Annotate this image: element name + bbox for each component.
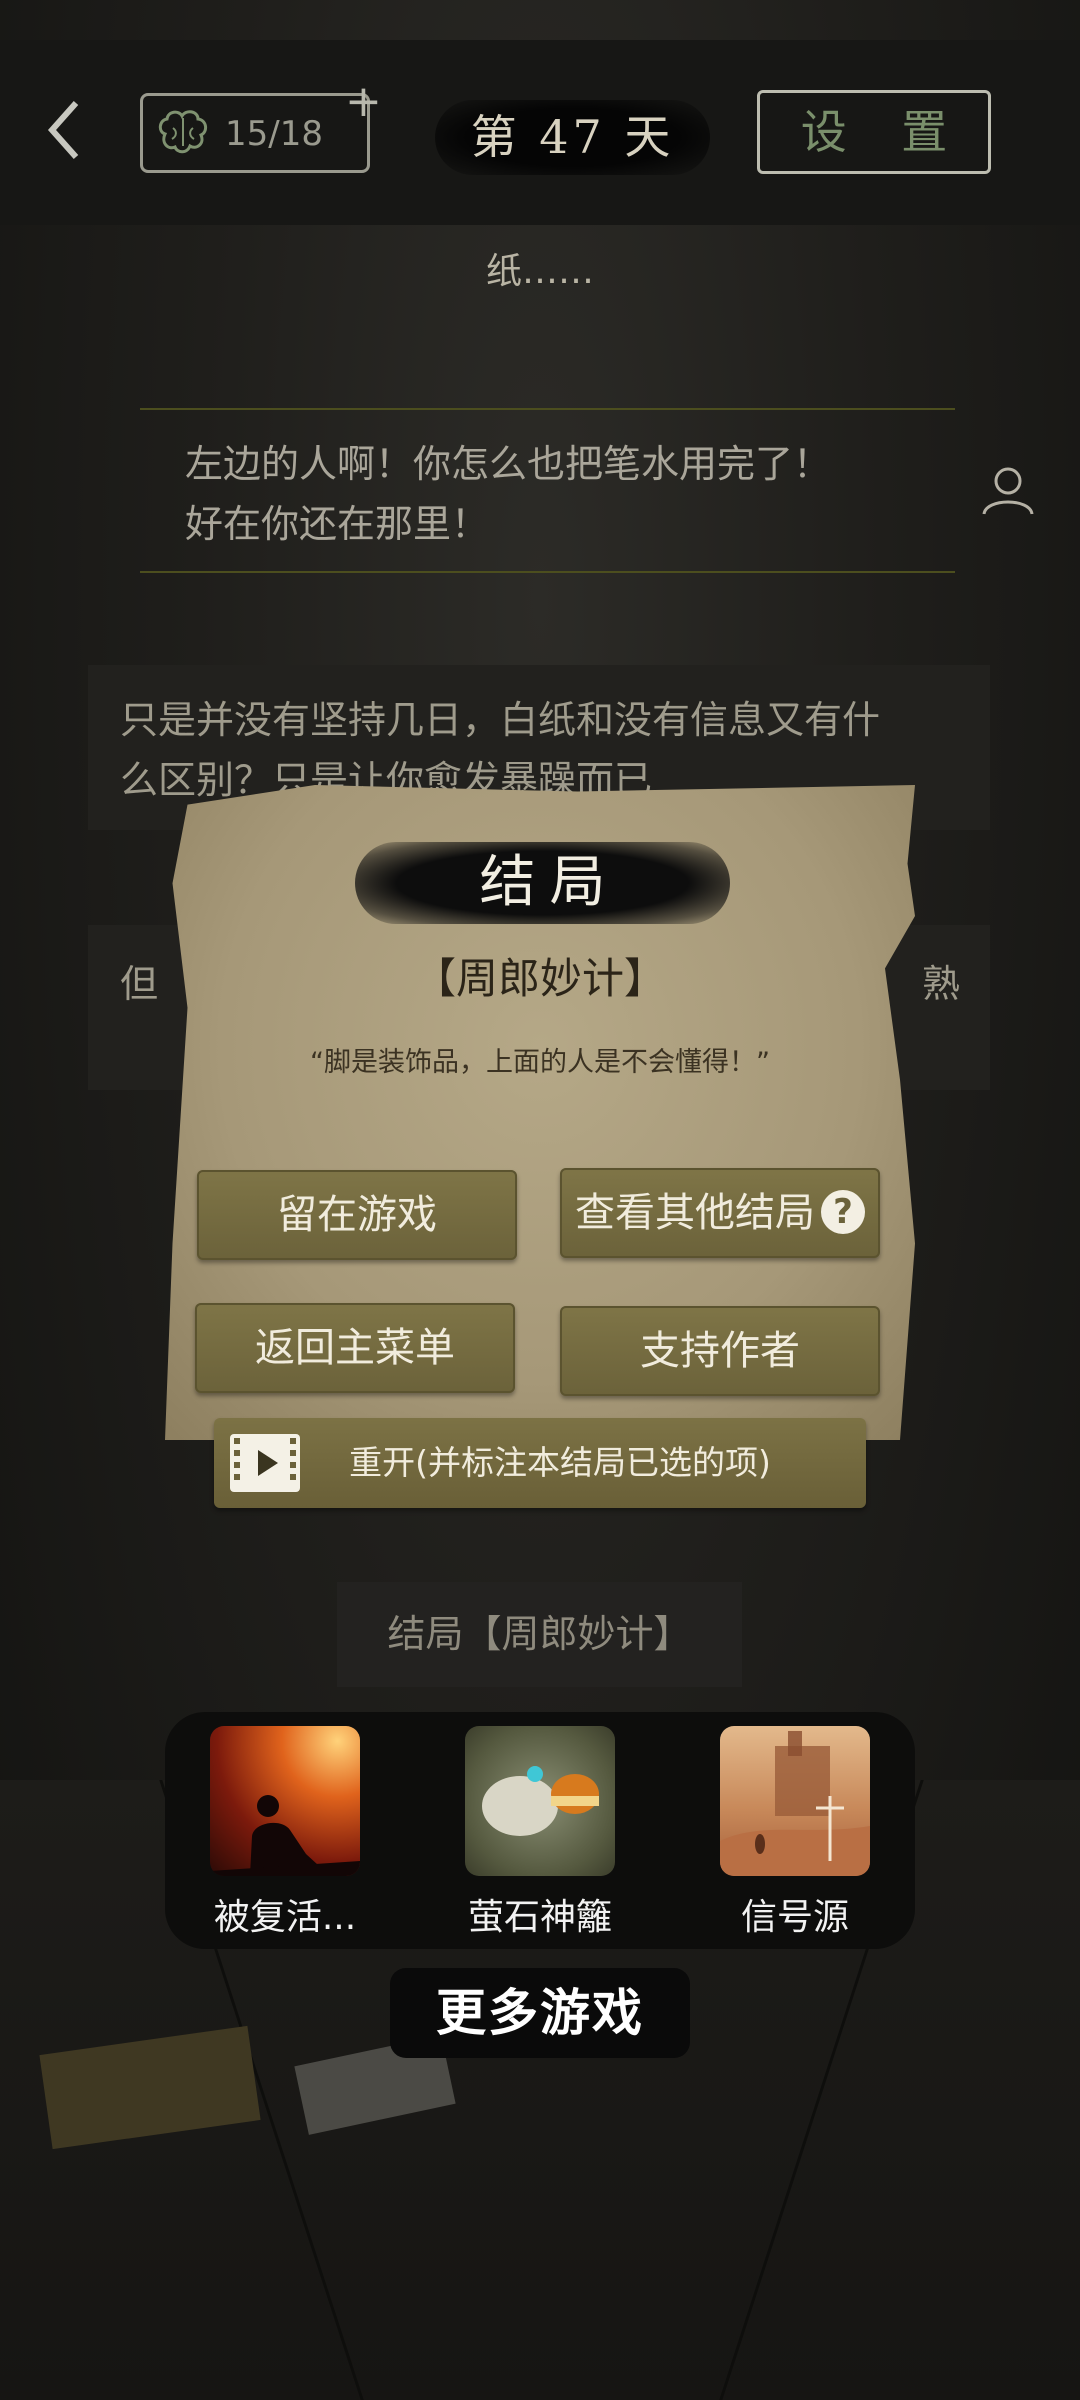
- person-icon[interactable]: [980, 462, 1036, 518]
- main-menu-label: 返回主菜单: [255, 1325, 455, 1371]
- silhouette-icon: [210, 1795, 360, 1876]
- brain-count: 15/18: [225, 114, 323, 154]
- plus-icon[interactable]: +: [345, 80, 382, 124]
- brain-icon: [158, 110, 207, 154]
- dialog-title: 结局: [479, 850, 620, 915]
- divider: [140, 408, 955, 410]
- brain-counter[interactable]: 15/18: [140, 93, 370, 173]
- support-author-button[interactable]: 支持作者: [560, 1306, 880, 1396]
- back-arrow-icon[interactable]: [40, 95, 90, 165]
- game-item-2[interactable]: 萤石神籬: [460, 1726, 620, 1940]
- help-icon: ?: [821, 1190, 865, 1234]
- game-label-1: 被复活...: [213, 1897, 357, 1938]
- divider: [140, 571, 955, 573]
- stay-in-game-label: 留在游戏: [277, 1192, 437, 1238]
- dialogue-quote: 左边的人啊！你怎么也把笔水用完了！ 好在你还在那里！: [140, 408, 955, 573]
- ending-name: 【周郎妙计】: [413, 954, 666, 1003]
- more-games-panel: 被复活... 萤石神籬 信号源: [165, 1712, 915, 1949]
- paragraph-line-1: 只是并没有坚持几日，白纸和没有信息又有什: [120, 698, 881, 742]
- day-counter: 第 47 天: [435, 100, 710, 175]
- game-item-1[interactable]: 被复活...: [205, 1726, 365, 1940]
- game-thumbnail-1: [210, 1726, 360, 1876]
- desert-scene-icon: [720, 1731, 870, 1876]
- game-label-3: 信号源: [740, 1897, 849, 1938]
- replay-button[interactable]: 重开(并标注本结局已选的项): [214, 1418, 866, 1508]
- view-other-endings-label: 查看其他结局: [575, 1190, 815, 1236]
- game-label-2: 萤石神籬: [467, 1897, 612, 1938]
- ending-tag: 结局【周郎妙计】: [337, 1582, 742, 1687]
- paragraph-fragment-right: 熟: [921, 962, 960, 1006]
- main-menu-button[interactable]: 返回主菜单: [195, 1303, 515, 1393]
- creature-icon: [482, 1766, 599, 1836]
- more-games-button[interactable]: 更多游戏: [390, 1968, 690, 2058]
- game-thumbnail-2: [465, 1726, 615, 1876]
- story-top-text: 纸……: [485, 251, 594, 292]
- game-thumbnail-3: [720, 1726, 870, 1876]
- stay-in-game-button[interactable]: 留在游戏: [197, 1170, 517, 1260]
- quote-line-2: 好在你还在那里！: [185, 502, 490, 546]
- view-other-endings-button[interactable]: 查看其他结局?: [560, 1168, 880, 1258]
- game-item-3[interactable]: 信号源: [715, 1726, 875, 1940]
- replay-label: 重开(并标注本结局已选的项): [349, 1443, 771, 1482]
- paragraph-fragment-left: 但: [120, 962, 159, 1006]
- quote-line-1: 左边的人啊！你怎么也把笔水用完了！: [185, 442, 832, 486]
- support-author-label: 支持作者: [640, 1328, 800, 1374]
- ending-quote: “脚是装饰品，上面的人是不会懂得！”: [310, 1047, 770, 1078]
- settings-button[interactable]: 设 置: [757, 90, 991, 174]
